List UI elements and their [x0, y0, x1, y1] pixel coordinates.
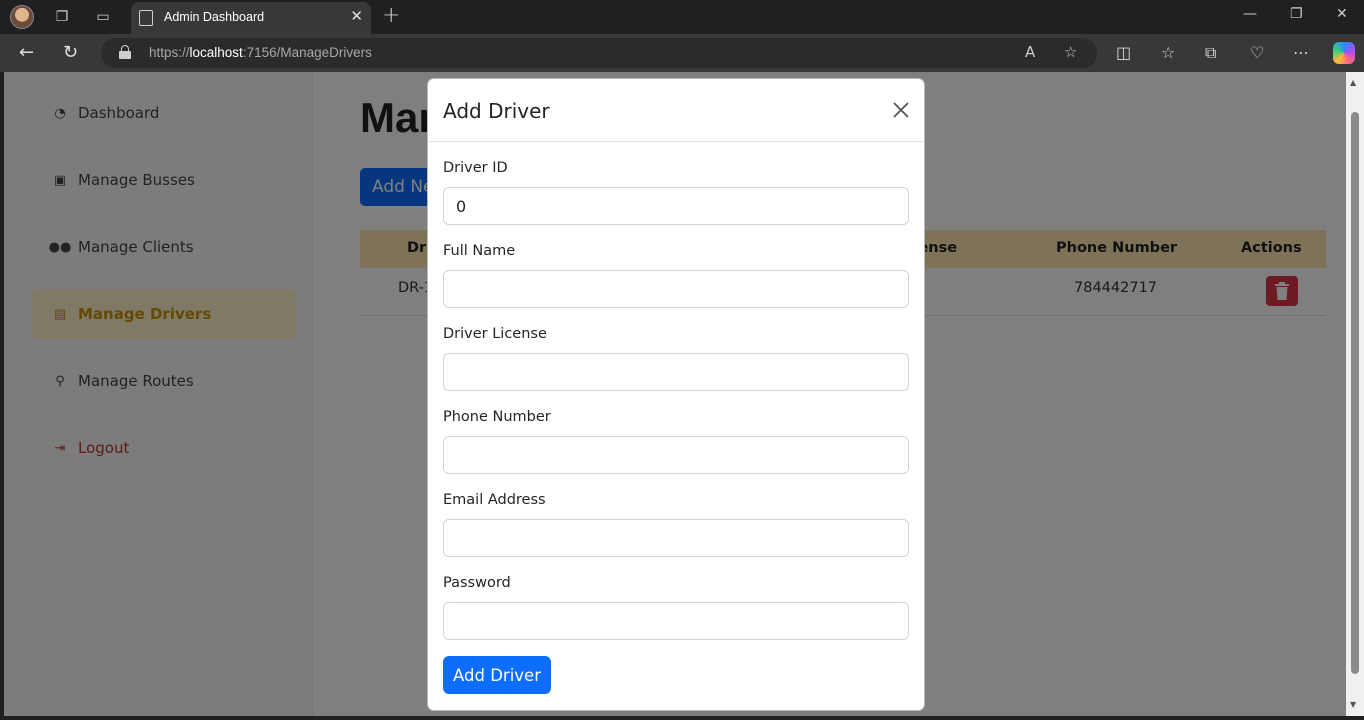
more-menu-icon[interactable]: ⋯ — [1293, 43, 1309, 62]
tab-actions-icon[interactable]: ▭ — [92, 6, 114, 28]
browser-essentials-icon[interactable]: ♡ — [1250, 43, 1264, 62]
read-aloud-icon[interactable]: A — [1025, 43, 1035, 61]
scroll-down-icon[interactable]: ▼ — [1350, 700, 1356, 709]
driver-id-field[interactable] — [443, 187, 909, 225]
full-name-label: Full Name — [443, 243, 516, 259]
add-driver-modal: Add Driver Driver ID Full Name Driver Li… — [427, 78, 925, 711]
email-address-label: Email Address — [443, 492, 546, 508]
driver-id-label: Driver ID — [443, 160, 508, 176]
restore-icon[interactable]: ❐ — [1290, 6, 1303, 22]
tab-title: Admin Dashboard — [164, 10, 265, 24]
close-tab-icon[interactable]: ✕ — [350, 7, 363, 25]
favorites-icon[interactable]: ☆ — [1161, 43, 1175, 62]
phone-number-field[interactable] — [443, 436, 909, 474]
phone-number-label: Phone Number — [443, 409, 551, 425]
back-arrow-icon[interactable]: ← — [19, 42, 34, 63]
minimize-icon[interactable]: — — [1243, 6, 1257, 22]
password-field[interactable] — [443, 602, 909, 640]
browser-toolbar: ← ↻ https://localhost:7156/ManageDrivers… — [0, 34, 1364, 72]
refresh-icon[interactable]: ↻ — [63, 42, 78, 63]
split-screen-icon[interactable]: ◫ — [1116, 43, 1131, 62]
full-name-field[interactable] — [443, 270, 909, 308]
modal-title: Add Driver — [443, 99, 550, 123]
close-icon[interactable] — [892, 101, 910, 119]
driver-license-field[interactable] — [443, 353, 909, 391]
address-bar[interactable]: https://localhost:7156/ManageDrivers A ☆ — [101, 38, 1097, 68]
page-favicon-icon — [139, 10, 153, 26]
driver-license-label: Driver License — [443, 326, 547, 342]
lock-icon[interactable] — [119, 45, 131, 59]
favorite-star-icon[interactable]: ☆ — [1064, 43, 1077, 61]
email-address-field[interactable] — [443, 519, 909, 557]
scrollbar-thumb[interactable] — [1351, 112, 1359, 674]
page-viewport: ◔ Dashboard ▣ Manage Busses ●● Manage Cl… — [4, 72, 1346, 716]
url-text[interactable]: https://localhost:7156/ManageDrivers — [149, 45, 372, 60]
page-scrollbar[interactable]: ▲ ▼ — [1346, 72, 1364, 716]
browser-tab-active[interactable]: Admin Dashboard ✕ — [131, 2, 371, 34]
new-tab-icon[interactable]: + — [382, 3, 400, 28]
profile-avatar[interactable] — [10, 5, 34, 29]
window-close-icon[interactable]: ✕ — [1336, 6, 1348, 22]
copilot-icon[interactable] — [1333, 42, 1355, 64]
collections-icon[interactable]: ⧉ — [1205, 43, 1216, 63]
browser-tab-bar: ❐ ▭ Admin Dashboard ✕ + — ❐ ✕ — [0, 0, 1364, 34]
add-driver-submit-button[interactable]: Add Driver — [443, 656, 551, 694]
scroll-up-icon[interactable]: ▲ — [1350, 78, 1356, 87]
modal-header: Add Driver — [428, 79, 924, 142]
workspaces-icon[interactable]: ❐ — [51, 6, 73, 28]
password-label: Password — [443, 575, 511, 591]
